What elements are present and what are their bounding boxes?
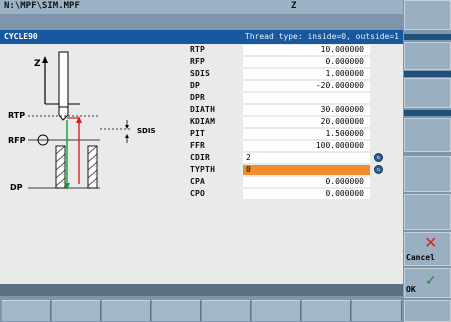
param-input-cpa[interactable]: 0.000000 (243, 177, 370, 187)
vertical-softkey-2[interactable] (404, 42, 451, 70)
thread-cycle-diagram: Z RTP SDIS RFP DP (8, 51, 156, 192)
softkey-separator (404, 110, 451, 116)
horizontal-softkey-7[interactable] (302, 300, 351, 321)
cancel-icon: ✕ (424, 233, 438, 252)
vertical-softkey-6[interactable] (404, 194, 451, 230)
param-label-ffr: FFR (190, 141, 206, 150)
param-input-sdis[interactable]: 1.000000 (243, 69, 370, 79)
param-input-rtp[interactable]: 10.000000 (243, 45, 370, 55)
param-label-cpo: CPO (190, 189, 206, 198)
parameter-hint: Thread type: inside=0, outside=1 (244, 32, 399, 41)
param-select-typth[interactable]: 0 (243, 165, 370, 175)
param-input-pit[interactable]: 1.500000 (243, 129, 370, 139)
program-path: N:\MPF\SIM.MPF (4, 1, 80, 11)
param-label-pit: PIT (190, 129, 206, 138)
workpiece-bore (55, 145, 98, 189)
cycle-header: CYCLE90 Thread type: inside=0, outside=1 (0, 30, 403, 44)
param-input-cpo[interactable]: 0.000000 (243, 189, 370, 199)
horizontal-softkey-8[interactable] (352, 300, 402, 321)
ok-label: OK (406, 285, 416, 294)
z-axis: Z (34, 56, 80, 105)
vertical-softkey-4[interactable] (404, 118, 451, 152)
dp-label: DP (10, 183, 23, 192)
horizontal-softkey-5[interactable] (202, 300, 251, 321)
param-label-rtp: RTP (190, 45, 206, 54)
channel-indicator: Z (291, 1, 297, 11)
param-select-cdir[interactable]: 2 (243, 153, 370, 163)
param-input-rfp[interactable]: 0.000000 (243, 57, 370, 67)
vertical-softkey-9[interactable] (404, 300, 451, 322)
rfp-level: RFP (8, 134, 100, 146)
param-input-dpr[interactable] (243, 93, 370, 103)
param-input-dp[interactable]: -20.000000 (243, 81, 370, 91)
vertical-softkey-5[interactable] (404, 156, 451, 192)
param-label-kdiam: KDIAM (190, 117, 216, 126)
status-bar (0, 284, 403, 296)
param-label-diath: DIATH (190, 105, 216, 114)
softkey-separator (404, 71, 451, 77)
param-label-sdis: SDIS (190, 69, 211, 78)
retract-path-red (67, 116, 82, 184)
horizontal-softkey-4[interactable] (152, 300, 201, 321)
param-input-kdiam[interactable]: 20.000000 (243, 117, 370, 127)
softkey-separator (404, 34, 451, 40)
param-label-cpa: CPA (190, 177, 206, 186)
param-input-ffr[interactable]: 100.000000 (243, 141, 370, 151)
rtp-level: RTP (8, 111, 100, 120)
z-axis-label: Z (34, 59, 41, 69)
title-bar: N:\MPF\SIM.MPF Z (0, 0, 403, 14)
param-label-typth: TYPTH (190, 165, 216, 174)
cancel-label: Cancel (406, 253, 435, 262)
param-label-rfp: RFP (190, 57, 206, 66)
param-label-dpr: DPR (190, 93, 206, 102)
vertical-softkey-3[interactable] (404, 78, 451, 108)
rtp-label: RTP (8, 111, 25, 120)
check-icon: ✓ (425, 273, 437, 289)
sdis-label: SDIS (137, 127, 156, 135)
rfp-label: RFP (8, 136, 26, 145)
cycle-title: CYCLE90 (4, 32, 38, 41)
tool (58, 51, 69, 121)
horizontal-softkey-2[interactable] (52, 300, 101, 321)
param-label-dp: DP (190, 81, 201, 90)
horizontal-softkey-1[interactable] (2, 300, 51, 321)
cdir-toggle-icon[interactable]: ↻ (374, 153, 383, 162)
param-label-cdir: CDIR (190, 153, 211, 162)
typth-toggle-icon[interactable]: ↻ (374, 165, 383, 174)
horizontal-softkey-6[interactable] (252, 300, 301, 321)
param-input-diath[interactable]: 30.000000 (243, 105, 370, 115)
horizontal-softkey-3[interactable] (102, 300, 151, 321)
dp-level: DP (10, 183, 100, 192)
sdis-dimension: SDIS (100, 120, 156, 143)
vertical-softkey-1[interactable] (404, 0, 451, 30)
